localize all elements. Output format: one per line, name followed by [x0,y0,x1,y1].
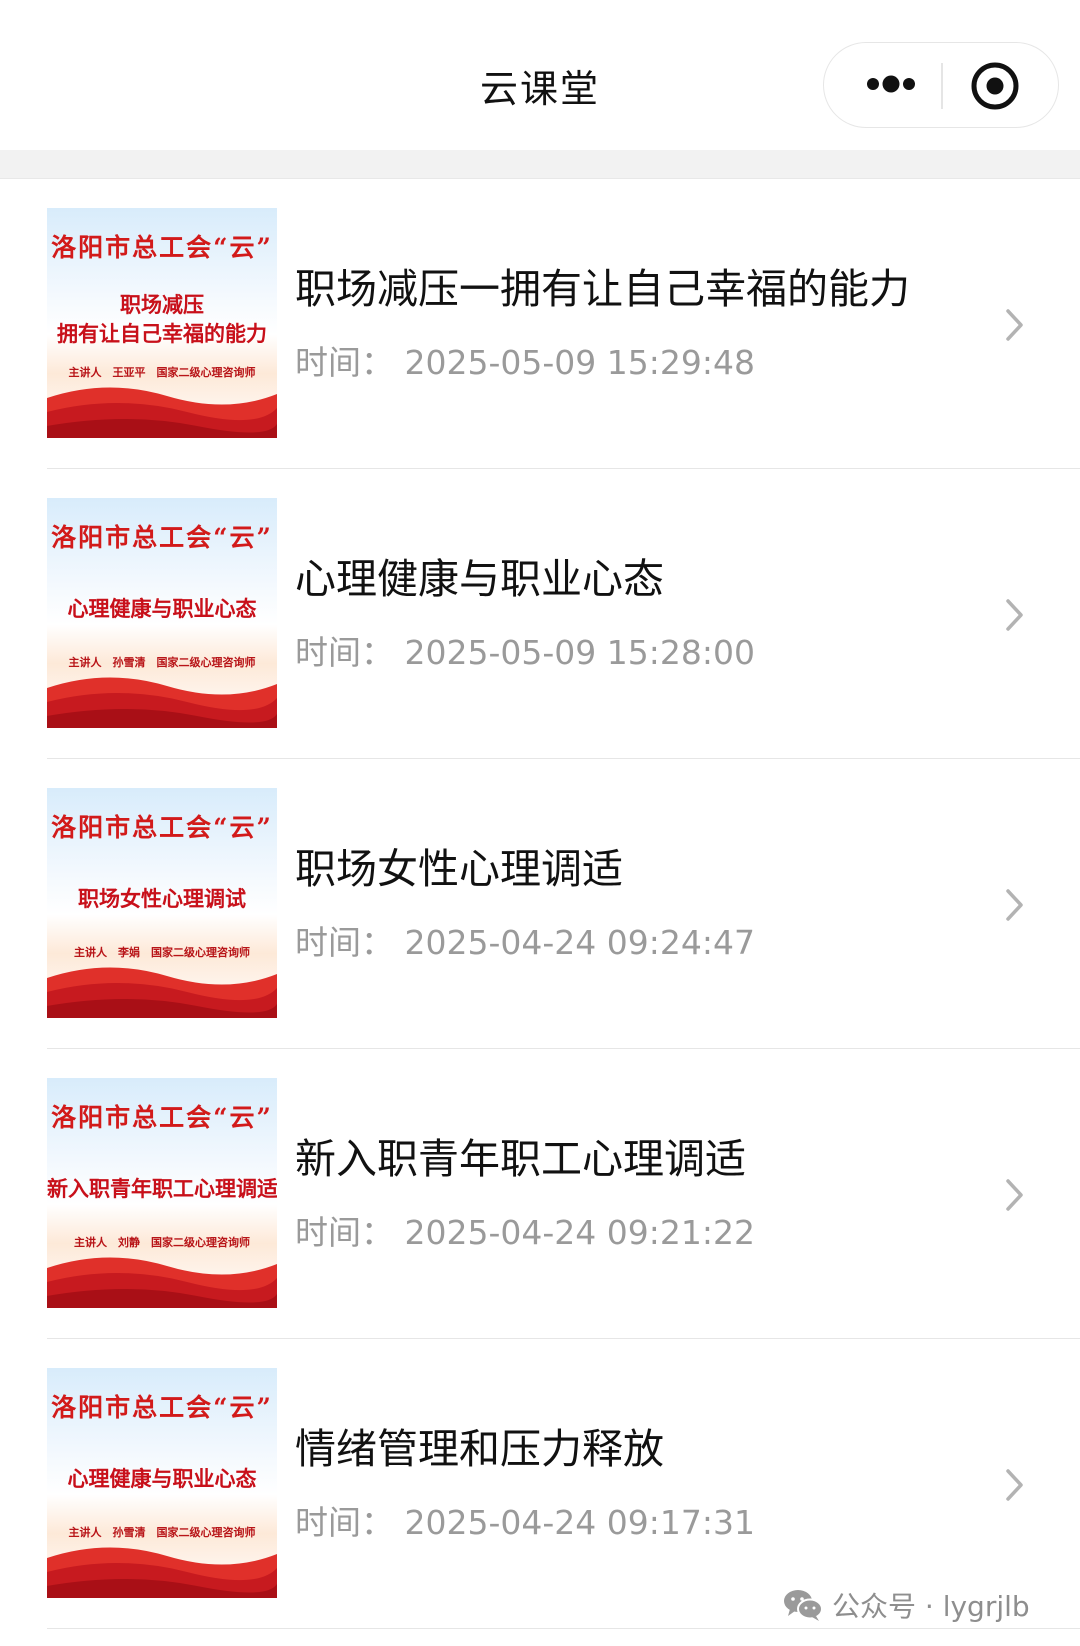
course-title: 职场女性心理调适 [295,845,623,893]
wechat-icon [784,1590,823,1621]
watermark-text: 公众号 · lygrjlb [832,1590,1030,1623]
thumbnail-subtitle: 心理健康与职业心态 [47,1464,277,1493]
thumbnail-org-text: 洛阳市总工会“云” [51,813,273,842]
thumbnail-subtitle-line: 职场减压 [120,292,204,317]
course-time: 时间： 2025-04-24 09:17:31 [295,1503,755,1542]
course-item[interactable]: 洛阳市总工会“云” 职场减压 拥有让自己幸福的能力 主讲人 王亚平 国家二级心理… [0,179,1080,469]
course-title: 新入职青年职工心理调适 [295,1135,746,1183]
target-close-icon[interactable] [968,59,1022,113]
red-wave-decoration [47,677,277,728]
chevron-right-icon [1006,309,1023,341]
course-title: 职场减压一拥有让自己幸福的能力 [295,265,910,313]
thumbnail-subtitle-line: 新入职青年职工心理调适 [47,1176,277,1201]
thumbnail-subtitle: 心理健康与职业心态 [47,594,277,623]
thumbnail-subtitle: 职场减压 拥有让自己幸福的能力 [47,290,277,348]
red-wave-decoration [47,1547,277,1598]
chevron-right-icon [1006,1469,1023,1501]
thumbnail-subtitle-line: 心理健康与职业心态 [67,1466,257,1491]
chevron-right-icon [1006,1179,1023,1211]
capsule-divider [941,63,943,109]
course-title: 心理健康与职业心态 [295,555,664,603]
thumbnail-subtitle-line: 职场女性心理调试 [78,886,246,911]
red-wave-decoration [47,387,277,438]
course-title: 情绪管理和压力释放 [295,1425,664,1473]
course-time: 时间： 2025-05-09 15:29:48 [295,343,755,382]
course-time: 时间： 2025-04-24 09:24:47 [295,923,755,962]
course-thumbnail: 洛阳市总工会“云” 心理健康与职业心态 主讲人 孙雪清 国家二级心理咨询师 [47,498,277,728]
chevron-right-icon [1006,599,1023,631]
thumbnail-subtitle: 新入职青年职工心理调适 [47,1174,277,1203]
thumbnail-org-text: 洛阳市总工会“云” [51,523,273,552]
chevron-right-icon [1006,889,1023,921]
wechat-watermark: 公众号 · lygrjlb [782,1585,1030,1625]
course-time: 时间： 2025-05-09 15:28:00 [295,633,755,672]
red-wave-decoration [47,967,277,1018]
red-wave-decoration [47,1257,277,1308]
thumbnail-subtitle: 职场女性心理调试 [47,884,277,913]
section-gap [0,150,1080,179]
thumbnail-subtitle-line: 拥有让自己幸福的能力 [57,321,267,346]
course-thumbnail: 洛阳市总工会“云” 职场女性心理调试 主讲人 李娟 国家二级心理咨询师 [47,788,277,1018]
course-thumbnail: 洛阳市总工会“云” 心理健康与职业心态 主讲人 孙雪清 国家二级心理咨询师 [47,1368,277,1598]
more-dots-icon[interactable] [846,43,936,126]
thumbnail-subtitle-line: 心理健康与职业心态 [67,596,257,621]
thumbnail-org-text: 洛阳市总工会“云” [51,1103,273,1132]
mini-program-capsule [823,42,1059,128]
course-thumbnail: 洛阳市总工会“云” 新入职青年职工心理调适 主讲人 刘静 国家二级心理咨询师 [47,1078,277,1308]
course-item[interactable]: 洛阳市总工会“云” 心理健康与职业心态 主讲人 孙雪清 国家二级心理咨询师 心理… [0,469,1080,759]
course-item[interactable]: 洛阳市总工会“云” 新入职青年职工心理调适 主讲人 刘静 国家二级心理咨询师 新… [0,1049,1080,1339]
thumbnail-org-text: 洛阳市总工会“云” [51,1393,273,1422]
course-item[interactable]: 洛阳市总工会“云” 职场女性心理调试 主讲人 李娟 国家二级心理咨询师 职场女性… [0,759,1080,1049]
thumbnail-org-text: 洛阳市总工会“云” [51,233,273,262]
course-time: 时间： 2025-04-24 09:21:22 [295,1213,755,1252]
course-thumbnail: 洛阳市总工会“云” 职场减压 拥有让自己幸福的能力 主讲人 王亚平 国家二级心理… [47,208,277,438]
navigation-bar: 云课堂 [0,0,1080,150]
course-list: 洛阳市总工会“云” 职场减压 拥有让自己幸福的能力 主讲人 王亚平 国家二级心理… [0,179,1080,1629]
